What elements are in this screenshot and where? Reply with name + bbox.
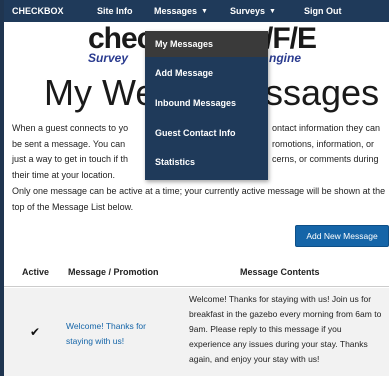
page-frame: CHECKBOX Site Info Messages ▼ Surveys ▼ Si… bbox=[0, 0, 389, 376]
active-message-note: Only one message can be active at a time… bbox=[12, 186, 386, 212]
col-contents: Message Contents bbox=[240, 267, 320, 277]
caret-down-icon: ▼ bbox=[201, 8, 208, 15]
header-divider bbox=[4, 286, 389, 287]
menu-item-inbound-messages[interactable]: Inbound Messages bbox=[145, 90, 268, 116]
message-content: Welcome! Thanks for staying with us! Joi… bbox=[189, 294, 382, 364]
messages-dropdown-menu: My Messages Add Message Inbound Messages… bbox=[145, 31, 268, 180]
checkmark-icon: ✔ bbox=[30, 325, 41, 339]
caret-down-icon: ▼ bbox=[269, 8, 276, 15]
add-new-message-button[interactable]: Add New Message bbox=[295, 225, 389, 247]
nav-sign-out[interactable]: Sign Out bbox=[304, 0, 342, 22]
menu-item-guest-contact-info[interactable]: Guest Contact Info bbox=[145, 120, 268, 146]
intro-line-right: romotions, information, or bbox=[272, 138, 375, 149]
nav-site-info[interactable]: Site Info bbox=[97, 0, 133, 22]
logo-right: /F/E ngine bbox=[265, 22, 317, 65]
col-message: Message / Promotion bbox=[68, 267, 159, 277]
logo-text-right: /F/E bbox=[265, 22, 317, 55]
menu-item-statistics[interactable]: Statistics bbox=[145, 149, 268, 175]
page-title-right: ssages bbox=[265, 72, 380, 113]
intro-line-right: cerns, or comments during bbox=[272, 154, 379, 164]
nav-surveys[interactable]: Surveys ▼ bbox=[230, 0, 276, 22]
nav-surveys-label: Surveys bbox=[230, 6, 266, 16]
menu-item-my-messages[interactable]: My Messages bbox=[145, 31, 268, 57]
message-title-link[interactable]: Welcome! Thanks for staying with us! bbox=[66, 319, 166, 349]
logo-text-left: chec bbox=[88, 22, 153, 55]
table-row: ✔ Welcome! Thanks for staying with us! W… bbox=[4, 288, 389, 376]
logo-left: chec Survey bbox=[88, 22, 153, 65]
menu-item-add-message[interactable]: Add Message bbox=[145, 60, 268, 86]
intro-line-right: ontact information they can bbox=[272, 123, 381, 133]
message-table-header: Active Message / Promotion Message Conte… bbox=[4, 262, 389, 282]
nav-messages-label: Messages bbox=[154, 6, 198, 16]
brand-link[interactable]: CHECKBOX bbox=[12, 0, 64, 22]
top-navbar: CHECKBOX Site Info Messages ▼ Surveys ▼ Si… bbox=[4, 0, 389, 22]
nav-messages[interactable]: Messages ▼ bbox=[154, 0, 208, 22]
intro-text-right: ontact information they can romotions, i… bbox=[272, 121, 388, 168]
col-active: Active bbox=[22, 267, 50, 277]
